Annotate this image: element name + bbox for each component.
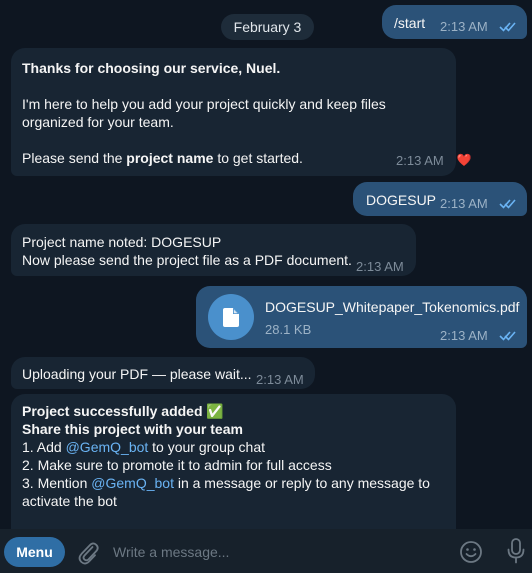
file-download-button[interactable] [208, 294, 254, 340]
bot-menu-button[interactable]: Menu [4, 537, 65, 567]
message-time: 2:13 AM [440, 196, 488, 211]
outgoing-message-start[interactable]: /start 2:13 AM [382, 5, 527, 39]
message-time: 2:13 AM [440, 19, 488, 34]
instruction-step-3: 3. Mention @GemQ_bot in a message or rep… [22, 475, 430, 491]
instruction-step-3-cont: activate the bot [22, 493, 117, 509]
message-text: Uploading your PDF — please wait... [22, 366, 252, 382]
incoming-message-uploading[interactable]: Uploading your PDF — please wait... 2:13… [11, 357, 315, 389]
message-time: 2:13 AM [396, 153, 444, 168]
instruction-step-2: 2. Make sure to promote it to admin for … [22, 457, 332, 473]
incoming-message-project-noted[interactable]: Project name noted: DOGESUP Now please s… [11, 224, 416, 276]
date-separator: February 3 [221, 14, 314, 40]
bot-mention-link[interactable]: @GemQ_bot [91, 475, 174, 491]
welcome-instruction: Please send the project name to get star… [22, 150, 303, 166]
incoming-message-welcome[interactable]: Thanks for choosing our service, Nuel. I… [11, 48, 456, 176]
noted-line: Now please send the project file as a PD… [22, 252, 352, 268]
read-checkmarks-icon [499, 199, 516, 209]
file-size: 28.1 KB [265, 322, 312, 337]
read-checkmarks-icon [499, 331, 516, 341]
outgoing-file-message[interactable]: DOGESUP_Whitepaper_Tokenomics.pdf 28.1 K… [196, 286, 527, 348]
noted-line: Project name noted: DOGESUP [22, 234, 222, 250]
chat-history: /start 2:13 AM February 3 Thanks for cho… [0, 0, 532, 529]
welcome-heading: Thanks for choosing our service, Nuel. [22, 60, 281, 76]
emoji-icon[interactable] [459, 540, 483, 564]
paperclip-icon[interactable] [76, 539, 100, 565]
message-composer: Menu [0, 529, 532, 573]
share-heading: Share this project with your team [22, 421, 243, 437]
outgoing-message-project-name[interactable]: DOGESUP 2:13 AM [353, 182, 527, 216]
message-text: DOGESUP [366, 192, 437, 208]
read-checkmarks-icon [499, 22, 516, 32]
microphone-icon[interactable] [505, 537, 527, 565]
message-text: /start [394, 15, 426, 31]
bot-mention-link[interactable]: @GemQ_bot [66, 439, 149, 455]
message-time: 2:13 AM [440, 328, 488, 343]
reaction-heart[interactable]: ❤️ [453, 151, 475, 171]
success-heading: Project successfully added ✅ [22, 403, 224, 419]
welcome-line: I'm here to help you add your project qu… [22, 96, 386, 112]
message-input[interactable] [113, 539, 443, 565]
file-name[interactable]: DOGESUP_Whitepaper_Tokenomics.pdf [265, 298, 519, 316]
message-time: 2:13 AM [356, 259, 404, 274]
instruction-step-1: 1. Add @GemQ_bot to your group chat [22, 439, 266, 455]
message-time: 2:13 AM [256, 372, 304, 387]
incoming-message-project-added[interactable]: Project successfully added ✅ Share this … [11, 394, 456, 529]
document-icon [223, 308, 239, 327]
welcome-line: organized for your team. [22, 114, 174, 130]
